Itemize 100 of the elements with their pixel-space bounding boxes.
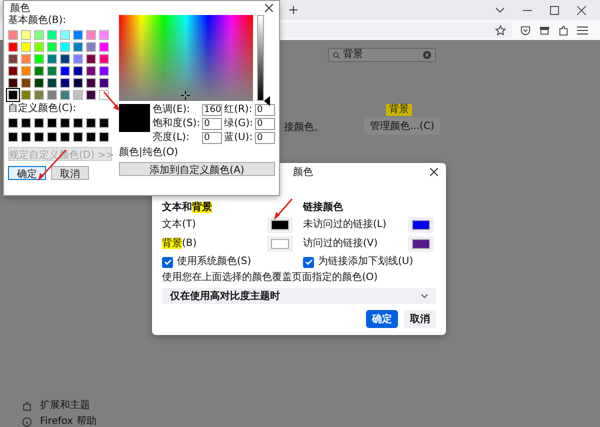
ok-button[interactable]: 确定 — [8, 166, 46, 180]
ok-button[interactable]: 确定 — [366, 310, 398, 328]
color-swatch[interactable] — [47, 78, 57, 88]
color-swatch[interactable] — [99, 118, 109, 128]
cancel-button[interactable]: 取消 — [404, 310, 436, 328]
color-swatch[interactable] — [47, 42, 57, 52]
number-field[interactable]: 0 — [255, 118, 275, 130]
color-swatch[interactable] — [21, 66, 31, 76]
color-swatch[interactable] — [8, 132, 18, 142]
color-swatch[interactable] — [73, 66, 83, 76]
color-swatch[interactable] — [21, 78, 31, 88]
color-swatch[interactable] — [60, 132, 70, 142]
slider-pointer-icon[interactable] — [264, 96, 270, 106]
color-swatch[interactable] — [8, 90, 18, 100]
color-swatch[interactable] — [34, 54, 44, 64]
color-button[interactable] — [408, 236, 434, 252]
color-button[interactable] — [408, 217, 434, 233]
color-swatch[interactable] — [34, 78, 44, 88]
color-swatch[interactable] — [60, 42, 70, 52]
color-swatch[interactable] — [47, 118, 57, 128]
color-swatch[interactable] — [99, 66, 109, 76]
store-icon[interactable] — [539, 24, 550, 36]
color-swatch[interactable] — [99, 42, 109, 52]
color-swatch[interactable] — [8, 78, 18, 88]
color-swatch[interactable] — [47, 132, 57, 142]
color-swatch[interactable] — [99, 54, 109, 64]
color-button[interactable] — [267, 217, 293, 233]
manage-colors-button[interactable]: 管理颜色...(C) — [364, 117, 440, 135]
color-swatch[interactable] — [99, 78, 109, 88]
color-swatch[interactable] — [34, 66, 44, 76]
color-swatch[interactable] — [73, 78, 83, 88]
color-swatch[interactable] — [86, 54, 96, 64]
color-button[interactable] — [267, 236, 293, 252]
color-swatch[interactable] — [73, 132, 83, 142]
color-swatch[interactable] — [86, 78, 96, 88]
clear-icon[interactable] — [423, 51, 431, 59]
color-swatch[interactable] — [73, 42, 83, 52]
number-field[interactable]: 0 — [255, 104, 275, 116]
chevron-down-icon[interactable] — [495, 7, 505, 13]
puzzle-icon[interactable] — [558, 24, 569, 36]
color-swatch[interactable] — [73, 90, 83, 100]
color-swatch[interactable] — [86, 30, 96, 40]
color-swatch[interactable] — [21, 42, 31, 52]
override-dropdown[interactable]: 仅在使用高对比度主题时 — [162, 288, 436, 304]
color-swatch[interactable] — [73, 54, 83, 64]
color-swatch[interactable] — [60, 54, 70, 64]
color-swatch[interactable] — [60, 30, 70, 40]
color-swatch[interactable] — [47, 30, 57, 40]
color-swatch[interactable] — [47, 54, 57, 64]
color-swatch[interactable] — [60, 90, 70, 100]
color-swatch[interactable] — [86, 118, 96, 128]
star-icon[interactable] — [495, 24, 506, 36]
color-swatch[interactable] — [34, 118, 44, 128]
checkbox-box[interactable] — [162, 256, 173, 268]
cancel-button[interactable]: 取消 — [51, 166, 89, 180]
color-swatch[interactable] — [8, 30, 18, 40]
color-swatch[interactable] — [21, 118, 31, 128]
color-swatch[interactable] — [73, 30, 83, 40]
color-swatch[interactable] — [86, 42, 96, 52]
color-swatch[interactable] — [86, 132, 96, 142]
color-swatch[interactable] — [34, 30, 44, 40]
color-swatch[interactable] — [8, 42, 18, 52]
color-swatch[interactable] — [34, 132, 44, 142]
color-swatch[interactable] — [60, 66, 70, 76]
number-field[interactable]: 160 — [202, 104, 222, 116]
color-swatch[interactable] — [34, 90, 44, 100]
new-tab-button[interactable]: + — [288, 2, 299, 18]
color-swatch[interactable] — [47, 66, 57, 76]
color-swatch[interactable] — [8, 118, 18, 128]
checkbox-box[interactable] — [303, 256, 314, 268]
color-swatch[interactable] — [8, 54, 18, 64]
color-spectrum[interactable] — [119, 15, 253, 101]
sidebar-item[interactable]: 扩展和主题 — [22, 400, 96, 412]
color-swatch[interactable] — [86, 66, 96, 76]
color-swatch[interactable] — [60, 118, 70, 128]
color-swatch[interactable] — [99, 90, 109, 100]
color-swatch[interactable] — [21, 90, 31, 100]
close-icon[interactable] — [430, 168, 438, 176]
number-field[interactable]: 0 — [255, 132, 275, 144]
maximize-icon[interactable] — [550, 6, 559, 14]
color-swatch[interactable] — [8, 66, 18, 76]
color-swatch[interactable] — [86, 90, 96, 100]
color-swatch[interactable] — [99, 132, 109, 142]
color-swatch[interactable] — [60, 78, 70, 88]
color-swatch[interactable] — [21, 132, 31, 142]
pocket-icon[interactable] — [520, 24, 531, 36]
color-swatch[interactable] — [21, 54, 31, 64]
close-icon[interactable] — [577, 6, 586, 14]
close-icon[interactable] — [265, 4, 273, 12]
color-swatch[interactable] — [99, 30, 109, 40]
color-swatch[interactable] — [47, 90, 57, 100]
color-swatch[interactable] — [73, 118, 83, 128]
search-field[interactable]: 背景 — [328, 48, 436, 62]
color-swatch[interactable] — [21, 30, 31, 40]
add-to-custom-colors-button[interactable]: 添加到自定义颜色(A) — [119, 162, 275, 176]
checkbox[interactable]: 使用系统颜色(S) — [162, 256, 295, 268]
checkbox[interactable]: 为链接添加下划线(U) — [303, 256, 436, 268]
color-swatch[interactable] — [34, 42, 44, 52]
menu-icon[interactable] — [577, 26, 588, 34]
number-field[interactable]: 0 — [202, 118, 222, 130]
